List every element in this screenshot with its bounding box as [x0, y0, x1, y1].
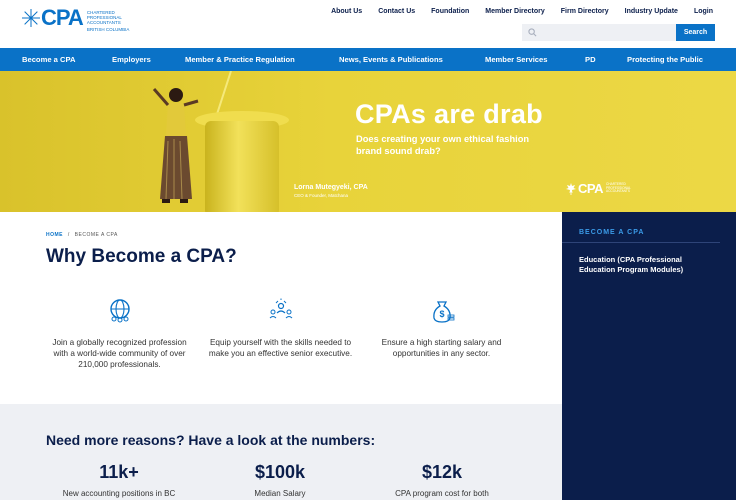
- feature-high-salary: $ Ensure a high starting salary and oppo…: [369, 298, 514, 359]
- sidebar-item-education[interactable]: Education (CPA Professional Education Pr…: [579, 255, 709, 274]
- link-login[interactable]: Login: [694, 8, 713, 15]
- nav-pd[interactable]: PD: [585, 55, 596, 64]
- section-sidebar: BECOME A CPA Education (CPA Professional…: [562, 212, 736, 500]
- feature-text: Join a globally recognized profession wi…: [52, 338, 187, 369]
- money-bag-icon: $: [432, 301, 454, 323]
- skills-people-icon: [269, 298, 292, 319]
- logo-sub-text: Chartered Professional Accountants: [86, 10, 122, 25]
- link-firm-directory[interactable]: Firm Directory: [561, 8, 609, 15]
- stat-value: $12k: [421, 462, 463, 482]
- reasons-title: Need more reasons? Have a look at the nu…: [46, 432, 376, 448]
- nav-news-events-publications[interactable]: News, Events & Publications: [339, 55, 443, 64]
- stat-value: $100k: [254, 462, 306, 482]
- breadcrumb-current: BECOME A CPA: [74, 232, 118, 238]
- utility-links: About Us Contact Us Foundation Member Di…: [331, 8, 713, 15]
- hero-cpa-logo: CPA Chartered Professional Accountants: [566, 181, 631, 196]
- nav-become-a-cpa[interactable]: Become a CPA: [22, 55, 75, 64]
- link-about-us[interactable]: About Us: [331, 8, 362, 15]
- stat-accounting-positions: 11k+ New accounting positions in BC: [39, 462, 199, 498]
- breadcrumb-separator: /: [67, 232, 70, 238]
- search-icon: [528, 28, 537, 37]
- hero-logo-wordmark: CPA: [578, 181, 603, 196]
- link-member-directory[interactable]: Member Directory: [485, 8, 545, 15]
- hero-title: CPAs are drab: [355, 99, 543, 129]
- feature-global-community: Join a globally recognized profession wi…: [47, 298, 192, 370]
- thread-spool-image: [205, 121, 279, 212]
- search-button[interactable]: Search: [676, 24, 715, 41]
- stat-label: New accounting positions in BC: [62, 489, 176, 498]
- logo-region: British Columbia: [86, 27, 130, 32]
- nav-member-services[interactable]: Member Services: [485, 55, 547, 64]
- maple-leaf-icon: [566, 182, 576, 195]
- hero-person-name: Lorna Mutegyeki, CPA: [294, 184, 368, 191]
- link-contact-us[interactable]: Contact Us: [378, 8, 415, 15]
- stat-value: 11k+: [99, 462, 139, 482]
- nav-employers[interactable]: Employers: [112, 55, 151, 64]
- main-nav: Become a CPA Employers Member & Practice…: [0, 48, 736, 71]
- search-input[interactable]: [522, 24, 676, 41]
- nav-member-practice-regulation[interactable]: Member & Practice Regulation: [185, 55, 295, 64]
- stat-program-cost: $12k CPA program cost for both: [362, 462, 522, 498]
- nav-protecting-the-public[interactable]: Protecting the Public: [627, 55, 703, 64]
- hero-person-role: CEO & Founder, Matchana: [294, 193, 349, 198]
- sidebar-divider: [562, 242, 720, 243]
- hero-banner[interactable]: CPAs are drab Does creating your own eth…: [0, 71, 736, 212]
- maple-leaf-icon: [22, 9, 40, 27]
- svg-text:$: $: [439, 309, 444, 319]
- breadcrumb: HOME / BECOME A CPA: [46, 232, 118, 238]
- search-bar: Search: [522, 24, 715, 41]
- person-illustration: [152, 88, 199, 203]
- cpa-logo[interactable]: CPA Chartered Professional Accountants B…: [22, 7, 143, 32]
- stat-label: CPA program cost for both: [395, 489, 489, 498]
- globe-people-icon: [109, 299, 130, 323]
- page-title: Why Become a CPA?: [46, 246, 237, 267]
- link-foundation[interactable]: Foundation: [431, 8, 469, 15]
- stat-median-salary: $100k Median Salary: [200, 462, 360, 498]
- logo-subtitle: Chartered Professional Accountants Briti…: [87, 10, 143, 32]
- feature-text: Ensure a high starting salary and opport…: [381, 338, 502, 358]
- reasons-section: Need more reasons? Have a look at the nu…: [0, 404, 562, 500]
- hero-logo-subtitle: Chartered Professional Accountants: [605, 182, 631, 194]
- breadcrumb-home[interactable]: HOME: [46, 232, 63, 238]
- feature-executive-skills: Equip yourself with the skills needed to…: [208, 298, 353, 359]
- stat-label: Median Salary: [254, 489, 306, 498]
- feature-text: Equip yourself with the skills needed to…: [208, 338, 353, 358]
- logo-wordmark: CPA: [41, 5, 84, 30]
- sidebar-title[interactable]: BECOME A CPA: [579, 229, 644, 236]
- site-header: CPA Chartered Professional Accountants B…: [0, 0, 736, 48]
- hero-subtitle: Does creating your own ethical fashion b…: [356, 134, 530, 156]
- link-industry-update[interactable]: Industry Update: [625, 8, 678, 15]
